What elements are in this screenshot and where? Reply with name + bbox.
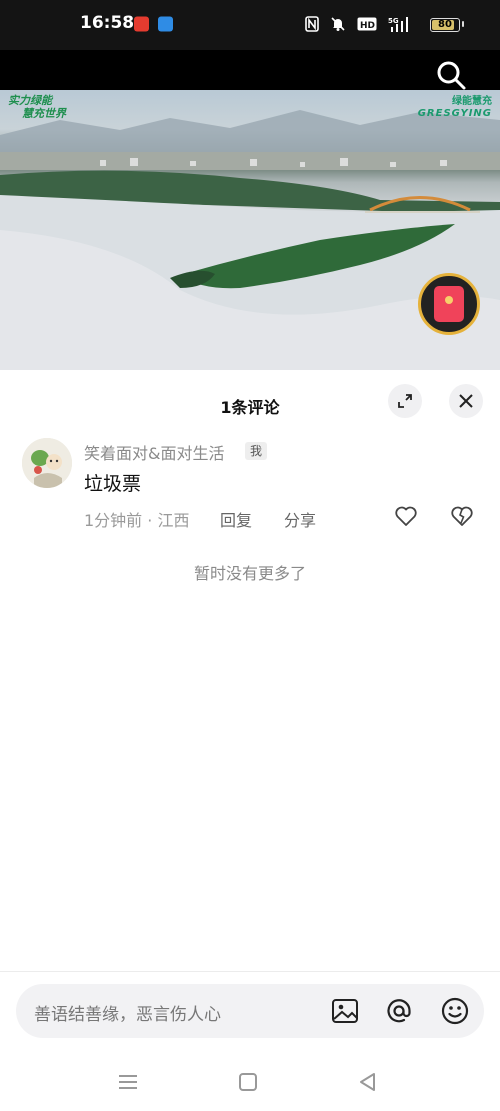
- broken-heart-dislike-icon[interactable]: [450, 504, 474, 528]
- 5g-signal-icon: 5G: [388, 16, 410, 35]
- video-top-bar: [0, 50, 500, 90]
- red-envelope-icon: [434, 286, 464, 322]
- comment-input-placeholder: 善语结善缘，恶言伤人心: [34, 1005, 221, 1025]
- reply-button[interactable]: 回复: [220, 507, 252, 531]
- notification-app-icon: [134, 16, 149, 32]
- red-packet-button[interactable]: [418, 273, 480, 335]
- svg-text:HD: HD: [360, 21, 375, 31]
- expand-button[interactable]: [388, 384, 422, 418]
- battery-icon: 80: [430, 18, 460, 32]
- share-button[interactable]: 分享: [284, 507, 316, 531]
- notification-app-icon-2: [158, 16, 173, 32]
- mute-icon: [330, 16, 346, 35]
- video-player[interactable]: 实力绿能 慧充世界 绿能慧充 GRESGYING: [0, 90, 500, 370]
- status-bar: 16:58 HD 5G 80: [0, 0, 500, 50]
- comment-count-title: 1条评论: [220, 398, 280, 417]
- search-icon[interactable]: [436, 60, 466, 90]
- home-icon[interactable]: [236, 1070, 260, 1094]
- comment-username[interactable]: 笑着面对&面对生活: [84, 440, 224, 464]
- no-more-text: 暂时没有更多了: [193, 564, 306, 583]
- brand-logo-left: 实力绿能 慧充世界: [8, 94, 66, 120]
- image-icon[interactable]: [330, 996, 360, 1026]
- nfc-icon: [305, 15, 319, 35]
- emoji-icon[interactable]: [440, 996, 470, 1026]
- me-badge: 我: [245, 442, 268, 460]
- battery-text: 80: [438, 19, 452, 30]
- comment-meta: 1分钟前 · 江西: [84, 511, 190, 530]
- system-nav-bar: [0, 1060, 500, 1111]
- comment-input[interactable]: 善语结善缘，恶言伤人心: [16, 984, 484, 1038]
- heart-like-icon[interactable]: [394, 504, 418, 528]
- hd-icon: HD: [357, 17, 377, 34]
- comment-item: 笑着面对&面对生活 我 垃圾票 1分钟前 · 江西 回复 分享: [0, 436, 500, 536]
- svg-text:5G: 5G: [388, 17, 399, 25]
- at-mention-icon[interactable]: [384, 996, 414, 1026]
- back-icon[interactable]: [356, 1070, 380, 1094]
- divider: [0, 971, 500, 972]
- landscape-image: [0, 110, 500, 370]
- avatar[interactable]: [22, 438, 72, 488]
- status-time: 16:58: [80, 13, 135, 33]
- brand-logo-right: 绿能慧充 GRESGYING: [417, 96, 492, 119]
- comment-text: 垃圾票: [84, 473, 142, 495]
- menu-icon[interactable]: [116, 1070, 140, 1094]
- close-button[interactable]: [449, 384, 483, 418]
